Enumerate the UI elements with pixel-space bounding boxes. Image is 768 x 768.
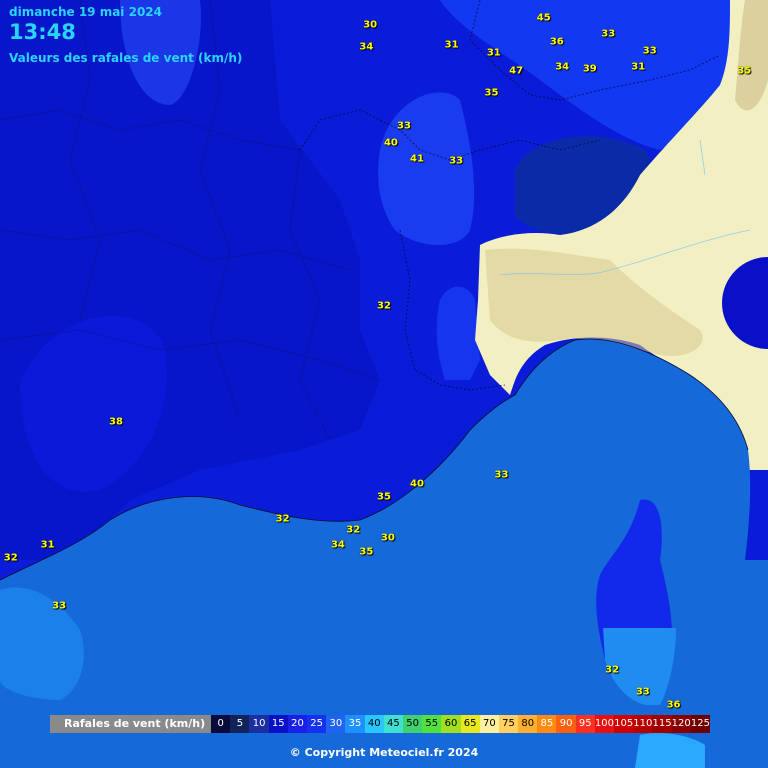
legend-cell: 45 (383, 715, 403, 733)
gust-value-label: 32 (346, 524, 361, 536)
legend-cell: 85 (537, 715, 557, 733)
gust-value-label: 35 (737, 65, 752, 77)
gust-zone-east-band (436, 286, 480, 380)
gust-value-label: 31 (631, 61, 646, 73)
gust-value-label: 30 (363, 19, 378, 31)
gust-value-label: 33 (635, 686, 650, 698)
legend-cell: 90 (556, 715, 576, 733)
legend-cell: 25 (307, 715, 327, 733)
gust-value-label: 33 (494, 469, 509, 481)
gust-value-label: 34 (555, 61, 570, 73)
gust-value-label: 40 (410, 478, 424, 490)
gust-value-label: 33 (396, 120, 411, 132)
legend-cell: 120 (671, 715, 691, 733)
legend-cell: 20 (287, 715, 308, 733)
gust-value-label: 33 (642, 45, 657, 57)
legend-cell: 30 (326, 715, 346, 733)
legend-cell: 50 (402, 715, 423, 733)
copyright: © Copyright Meteociel.fr 2024 (289, 746, 479, 759)
legend-cell: 10 (249, 715, 269, 733)
gust-value-label: 41 (410, 153, 424, 165)
map-subtitle: Valeurs des rafales de vent (km/h) (9, 51, 243, 65)
wind-gust-map (0, 0, 768, 768)
gust-value-label: 33 (449, 155, 464, 166)
gust-value-label: 32 (377, 300, 391, 312)
gust-value-label: 45 (536, 12, 551, 24)
map-time: 13:48 (9, 20, 76, 44)
legend-cell: 55 (422, 715, 442, 733)
gust-value-label: 33 (601, 28, 616, 40)
gust-value-label: 47 (509, 65, 524, 77)
legend-cell: 125 (690, 715, 710, 733)
gust-value-label: 34 (330, 539, 345, 551)
gust-value-label: 39 (582, 63, 597, 75)
gust-value-label: 34 (359, 41, 374, 53)
legend-cell: 110 (633, 715, 653, 733)
gust-value-label: 35 (377, 491, 391, 503)
legend-cell: 115 (652, 715, 672, 733)
legend-cell: 0 (211, 715, 231, 733)
legend-cell: 70 (479, 715, 499, 733)
legend-cell: 100 (594, 715, 615, 733)
gust-value-label: 36 (666, 699, 681, 711)
legend-cell: 60 (441, 715, 461, 733)
legend-cell: 75 (498, 715, 519, 733)
legend: Rafales de vent (km/h) 0 5 10 15 20 25 30 35 40 4… (50, 715, 710, 733)
legend-cell: 105 (614, 715, 634, 733)
legend-cell: 35 (345, 715, 365, 733)
gust-value-label: 31 (444, 39, 459, 51)
map-date: dimanche 19 mai 2024 (9, 5, 162, 19)
gust-value-label: 35 (359, 546, 374, 558)
gust-value-label: 32 (3, 552, 18, 564)
gust-value-label: 36 (549, 36, 564, 48)
legend-cell: 95 (575, 715, 595, 733)
gust-value-label: 33 (52, 600, 67, 612)
legend-cell: 65 (460, 715, 480, 733)
gust-value-label: 40 (383, 137, 398, 149)
legend-scale: 0 5 10 15 20 25 30 35 40 45 50 55 60 65 70 75 80 85 90 95 10… (211, 715, 710, 733)
legend-title: Rafales de vent (km/h) (64, 717, 206, 730)
gust-value-label: 32 (605, 664, 620, 676)
gust-value-label: 38 (108, 416, 123, 428)
gust-value-label: 32 (275, 513, 290, 525)
gust-value-label: 31 (486, 47, 501, 59)
legend-cell: 40 (364, 715, 384, 733)
gust-value-label: 30 (380, 532, 395, 544)
legend-cell: 15 (268, 715, 288, 733)
legend-cell: 80 (518, 715, 538, 733)
legend-cell: 5 (230, 715, 250, 733)
gust-value-label: 31 (40, 539, 55, 551)
gust-value-label: 35 (484, 87, 499, 99)
